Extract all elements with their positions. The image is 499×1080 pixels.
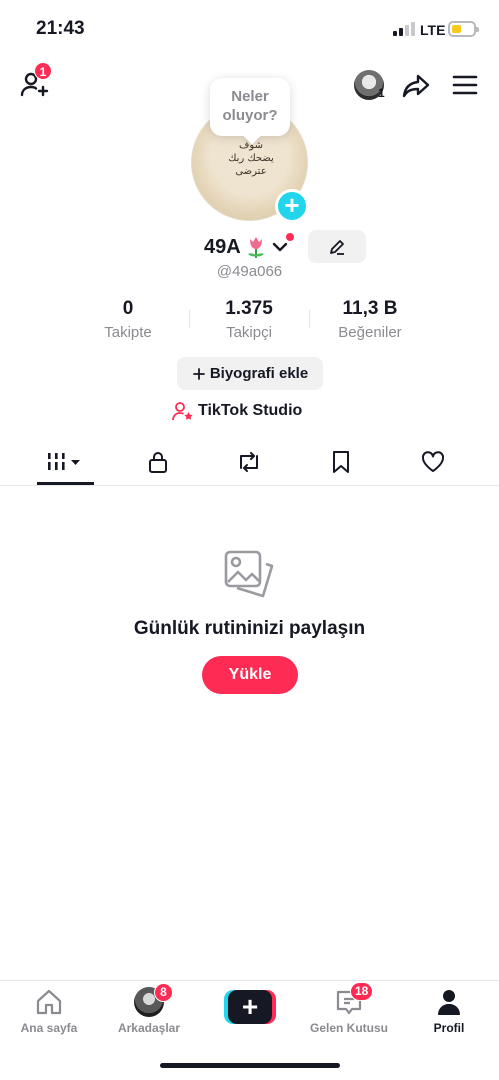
share-profile-button[interactable]	[400, 70, 432, 102]
add-friend-button[interactable]: 1	[18, 62, 52, 100]
tab-liked[interactable]	[403, 440, 463, 484]
nav-friends[interactable]: 8 Arkadaşlar	[104, 983, 194, 1035]
friends-badge: 8	[154, 983, 173, 1002]
profile-name: 49A	[204, 235, 241, 258]
stat-value: 0	[122, 298, 134, 319]
signal-icon	[393, 22, 415, 36]
nav-inbox[interactable]: 18 Gelen Kutusu	[304, 982, 394, 1035]
avatar-image-text: شوف يضحك ربك عترضى	[228, 140, 274, 177]
nav-home[interactable]: Ana sayfa	[4, 987, 94, 1035]
inbox-badge: 18	[350, 982, 374, 1001]
tab-reposts[interactable]	[219, 440, 279, 484]
edit-profile-button[interactable]	[308, 230, 366, 263]
menu-button[interactable]	[450, 72, 480, 98]
chevron-down-icon[interactable]	[271, 238, 289, 256]
upload-button[interactable]: Yükle	[202, 656, 298, 694]
nav-friends-label: Arkadaşlar	[117, 1021, 181, 1035]
friends-avatar: 8	[134, 983, 173, 1017]
nav-home-label: Ana sayfa	[20, 1021, 78, 1035]
stat-following[interactable]: 0 Takipte	[73, 298, 183, 341]
nav-inbox-label: Gelen Kutusu	[309, 1021, 388, 1035]
tulip-icon	[247, 237, 264, 258]
profile-handle: @49a066	[216, 263, 283, 280]
stat-followers[interactable]: 1.375 Takipçi	[194, 298, 304, 341]
grid-icon	[48, 453, 80, 470]
nav-profile-label: Profil	[433, 1021, 465, 1035]
notification-dot	[286, 233, 294, 241]
add-bio-label: Biyografi ekle	[209, 365, 309, 382]
tiktok-studio-link[interactable]: TikTok Studio	[172, 400, 302, 422]
stat-divider	[309, 310, 310, 328]
empty-state-title: Günlük rutininizi paylaşın	[133, 618, 366, 639]
home-indicator	[160, 1063, 340, 1068]
battery-icon	[448, 21, 479, 37]
active-tab-indicator	[37, 482, 94, 485]
status-bubble[interactable]: Neler oluyor?	[210, 78, 290, 136]
tab-favorites[interactable]	[311, 440, 371, 484]
photo-stack-icon	[224, 550, 274, 598]
stat-likes[interactable]: 11,3 B Beğeniler	[315, 298, 425, 341]
stat-value: 1.375	[225, 298, 273, 319]
stat-divider	[189, 310, 190, 328]
plus-icon: +	[284, 190, 300, 220]
pencil-icon	[330, 239, 344, 255]
plus-icon: +	[228, 990, 272, 1024]
heart-icon	[421, 451, 445, 472]
stat-value: 11,3 B	[342, 298, 398, 319]
share-icon	[402, 74, 430, 98]
nav-profile[interactable]: Profil	[404, 987, 494, 1035]
stat-label: Takipçi	[226, 324, 272, 341]
tab-private[interactable]	[128, 440, 188, 484]
account-switch-count: 1	[378, 86, 385, 100]
network-label: LTE	[420, 22, 446, 38]
repost-icon	[240, 452, 258, 472]
lock-icon	[149, 452, 167, 473]
status-time: 21:43	[36, 18, 85, 39]
create-button[interactable]: +	[224, 990, 276, 1024]
profile-icon	[438, 990, 460, 1015]
stat-label: Takipte	[104, 324, 152, 341]
stat-label: Beğeniler	[338, 324, 402, 341]
content-tabs	[0, 440, 499, 486]
home-icon	[36, 989, 62, 1015]
bookmark-icon	[333, 451, 349, 473]
plus-icon	[192, 367, 205, 380]
add-bio-button[interactable]: Biyografi ekle	[177, 357, 323, 390]
add-friend-badge: 1	[34, 62, 52, 80]
status-bar: 21:43 LTE	[0, 0, 499, 56]
creator-star-icon	[172, 402, 193, 421]
tiktok-studio-label: TikTok Studio	[198, 402, 303, 419]
tab-videos[interactable]	[35, 440, 95, 484]
hamburger-icon	[452, 75, 478, 95]
name-row: 49A	[204, 233, 289, 261]
add-story-button[interactable]: +	[275, 189, 309, 223]
